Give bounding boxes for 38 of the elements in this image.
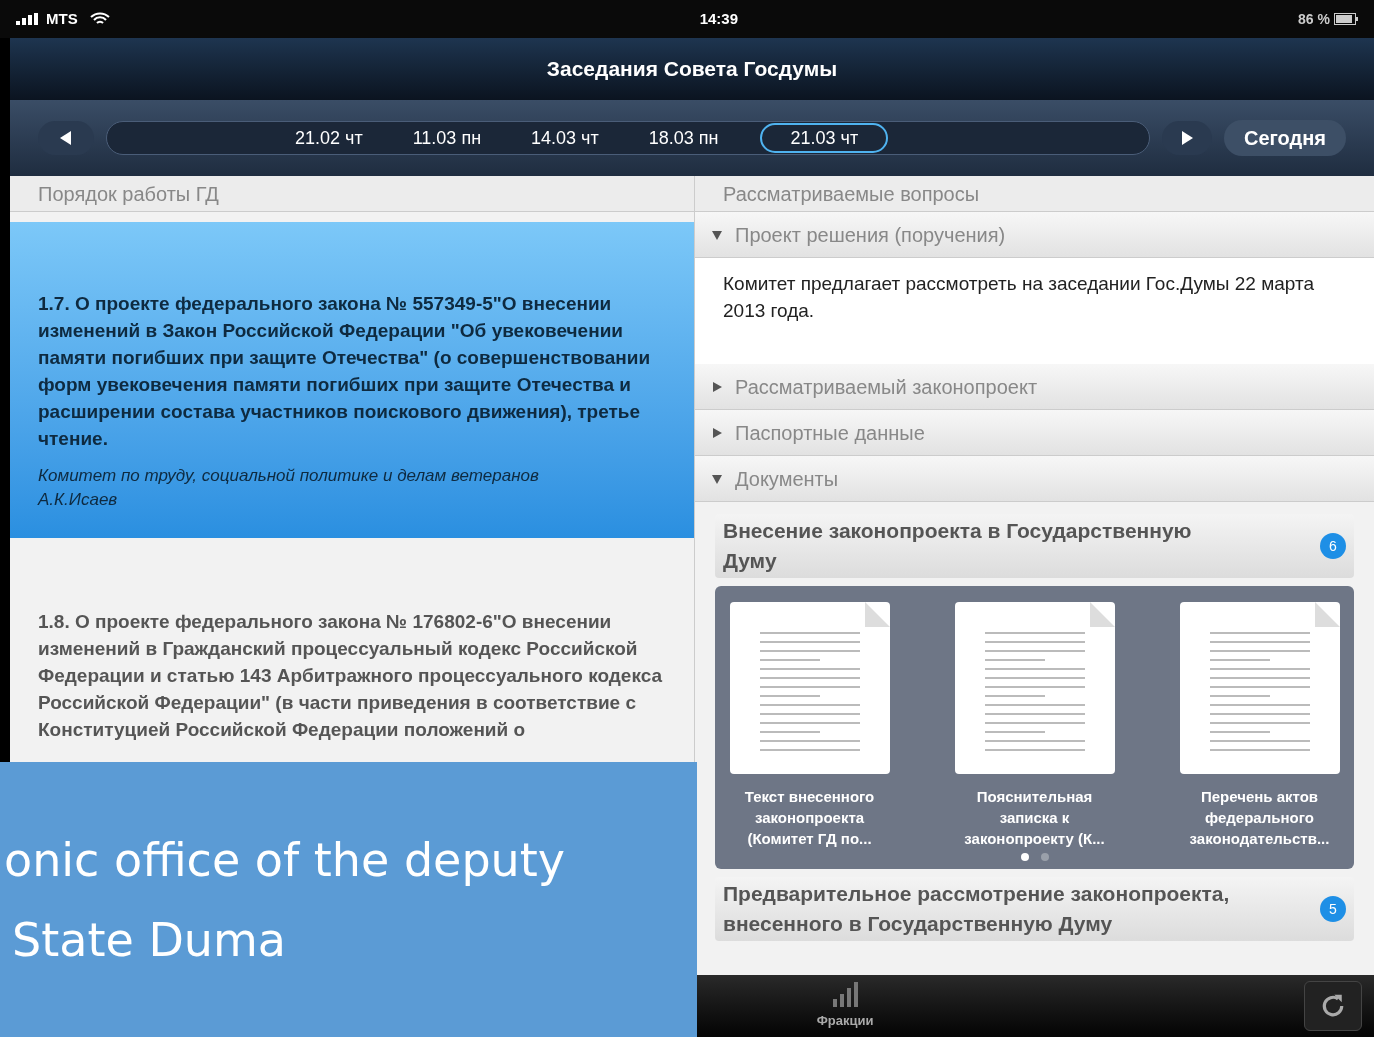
bar-chart-icon — [831, 981, 859, 1008]
right-arrow-icon — [1180, 131, 1193, 145]
agenda-item-title: 1.7. О проекте федерального закона № 557349-5"О внесении изменений в Закон Российской Федерации "Об увековечении памяти погибших при защите Отечества" (о совершенствовании форм увековечения памяти погибших при защите Отечества и расширении состава участников поискового движения), третье чтение. — [38, 292, 652, 451]
panel-header: Порядок работы ГД — [10, 176, 694, 212]
document-tile[interactable]: Текст внесенного законопроекта (Комитет ГД по... — [729, 602, 890, 849]
agenda-item-title: 1.8. О проекте федерального закона № 176802-6"О внесении изменений в Гражданский процессуальный кодекс Российской Федерации и статью 143 Арбитражного процессуального кодекса Российской Федерации" (в части приведения в соответствие с Конституцией Российской Федерации положений о — [38, 610, 664, 742]
document-tile[interactable]: Перечень актов федерального законодательств... — [1179, 602, 1340, 849]
document-thumbnail-icon — [954, 602, 1115, 774]
wifi-icon — [89, 12, 110, 26]
date-tab[interactable]: 14.03 чт — [523, 123, 607, 153]
collapsed-triangle-icon — [711, 380, 723, 393]
expanded-triangle-icon — [711, 472, 723, 485]
document-thumbnail-icon — [729, 602, 890, 774]
date-tab[interactable]: 18.03 пн — [640, 123, 727, 153]
date-tab[interactable]: 11.03 пн — [404, 123, 490, 153]
date-tab[interactable]: 21.02 чт — [287, 123, 371, 153]
document-thumbnail-icon — [1179, 602, 1340, 774]
count-badge: 6 — [1320, 533, 1346, 559]
caption-text: onic office of the deputy — [3, 831, 565, 889]
caption-text: State Duma — [11, 911, 286, 969]
carrier-name: MTS — [46, 8, 78, 29]
battery-icon — [1334, 13, 1358, 25]
panel-header: Рассматриваемые вопросы — [695, 176, 1374, 212]
collapsed-triangle-icon — [711, 426, 723, 439]
committee-name: Комитет по труду, социальной политике и делам ветеранов А.К.Исаев — [38, 465, 540, 511]
clock-time: 14:39 — [699, 8, 739, 29]
today-button[interactable]: Сегодня — [1223, 120, 1346, 156]
left-arrow-icon — [60, 131, 72, 145]
refresh-button[interactable] — [1304, 981, 1362, 1031]
expanded-triangle-icon — [711, 228, 723, 241]
count-badge: 5 — [1320, 896, 1346, 922]
section-text: Комитет предлагает рассмотреть на заседании Гос.Думы 22 марта 2013 года. — [695, 258, 1374, 364]
screen-title: Заседания Совета Госдумы — [546, 56, 838, 83]
agenda-item[interactable] — [10, 222, 694, 538]
date-tab[interactable]: 21.03 чт — [760, 123, 889, 153]
document-tile[interactable]: Пояснительная записка к законопроекту (К... — [954, 602, 1115, 849]
tab-bar-item[interactable]: Фракции — [760, 975, 930, 1037]
battery-percent: 86 % — [1298, 9, 1330, 29]
